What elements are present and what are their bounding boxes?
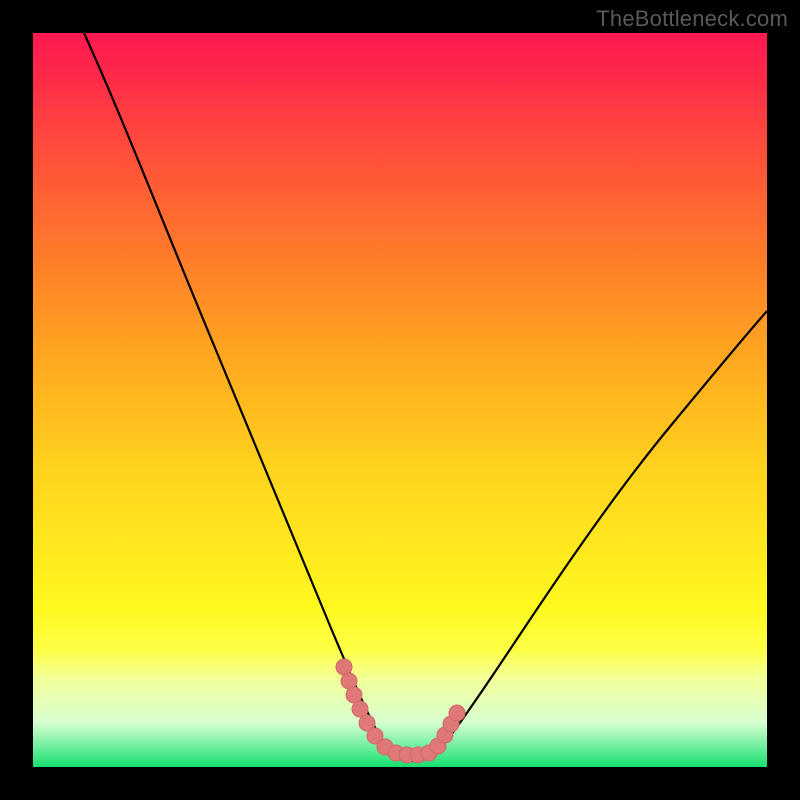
chart-frame: TheBottleneck.com	[0, 0, 800, 800]
bottleneck-curve	[84, 33, 767, 761]
marker-dot	[449, 705, 465, 721]
marker-cluster	[336, 659, 465, 763]
watermark-text: TheBottleneck.com	[596, 6, 788, 32]
chart-svg	[33, 33, 767, 767]
marker-dot	[352, 701, 368, 717]
plot-area	[33, 33, 767, 767]
